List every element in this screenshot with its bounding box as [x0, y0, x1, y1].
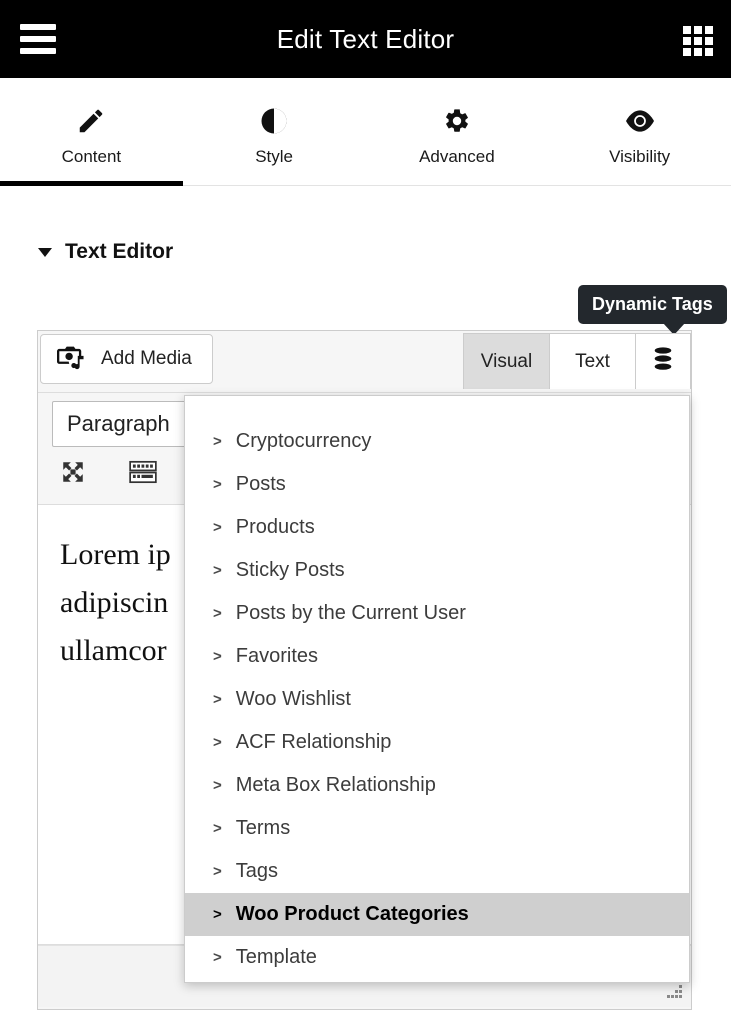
dropdown-item[interactable]: > Products: [185, 506, 689, 549]
eye-icon: [624, 105, 656, 137]
dropdown-item[interactable]: > Favorites: [185, 635, 689, 678]
chevron-right-icon: >: [213, 949, 222, 966]
half-circle-contrast-icon: [259, 105, 289, 137]
dropdown-item[interactable]: > Cryptocurrency: [185, 420, 689, 463]
dropdown-item-label: Terms: [235, 817, 291, 839]
dropdown-item-label: Template: [235, 946, 317, 968]
tooltip-label: Dynamic Tags: [592, 294, 713, 314]
tab-style[interactable]: Style: [183, 78, 366, 185]
editor-top-toolbar: Dynamic Tags Add Media Visual Text: [38, 285, 727, 393]
dropdown-item[interactable]: > Posts by the Current User: [185, 592, 689, 635]
chevron-right-icon: >: [213, 906, 222, 923]
tab-advanced-label: Advanced: [419, 146, 495, 166]
top-app-bar: Edit Text Editor: [0, 0, 731, 78]
dropdown-item[interactable]: > Woo Wishlist: [185, 678, 689, 721]
dropdown-item[interactable]: > Posts: [185, 463, 689, 506]
dropdown-item-label: Meta Box Relationship: [235, 774, 436, 796]
dropdown-top-spacer: [185, 396, 689, 420]
panel-tabs: Content Style Advanced Visibility: [0, 78, 731, 186]
dropdown-item[interactable]: > Sticky Posts: [185, 549, 689, 592]
dynamic-tags-tooltip: Dynamic Tags: [578, 285, 727, 335]
database-stack-icon: [652, 346, 674, 377]
dropdown-item-label: Favorites: [235, 645, 319, 667]
chevron-right-icon: >: [213, 519, 222, 536]
dynamic-tags-button[interactable]: [635, 333, 691, 389]
dynamic-tags-dropdown: > Cryptocurrency > Posts > Products > Sticky Po…: [184, 395, 690, 983]
chevron-right-icon: >: [213, 433, 222, 450]
dropdown-item-label: Tags: [235, 860, 279, 882]
tab-text[interactable]: Text: [549, 333, 635, 389]
chevron-right-icon: >: [213, 648, 222, 665]
dropdown-item-label: Sticky Posts: [235, 559, 345, 581]
dropdown-item-label: Woo Wishlist: [235, 688, 351, 710]
dropdown-item-label: Posts: [235, 473, 286, 495]
resize-grip-icon[interactable]: [664, 984, 684, 1002]
dropdown-item-label: ACF Relationship: [235, 731, 392, 753]
add-media-label: Add Media: [101, 348, 192, 369]
dropdown-item[interactable]: > ACF Relationship: [185, 721, 689, 764]
section-header-text-editor[interactable]: Text Editor: [38, 240, 173, 264]
chevron-right-icon: >: [213, 691, 222, 708]
chevron-right-icon: >: [213, 605, 222, 622]
dropdown-item[interactable]: > Terms: [185, 807, 689, 850]
add-media-button[interactable]: Add Media: [40, 334, 213, 384]
dropdown-item-label: Products: [235, 516, 315, 538]
tab-content[interactable]: Content: [0, 78, 183, 186]
tab-text-label: Text: [575, 350, 610, 372]
tab-visual[interactable]: Visual: [463, 333, 549, 389]
tab-advanced[interactable]: Advanced: [366, 78, 549, 185]
tab-visibility-label: Visibility: [609, 146, 671, 166]
dropdown-item[interactable]: > Template: [185, 936, 689, 979]
dropdown-item-label: Posts by the Current User: [235, 602, 466, 624]
dropdown-item[interactable]: > Meta Box Relationship: [185, 764, 689, 807]
grid-apps-icon[interactable]: [683, 26, 713, 56]
tab-content-label: Content: [61, 146, 122, 166]
chevron-right-icon: >: [213, 777, 222, 794]
dropdown-item-label: Woo Product Categories: [235, 903, 469, 925]
dropdown-item-label: Cryptocurrency: [235, 430, 372, 452]
keyboard-toolbar-toggle-icon[interactable]: [126, 457, 160, 487]
page-title: Edit Text Editor: [276, 23, 455, 54]
paragraph-format-value: Paragraph: [67, 411, 170, 436]
dropdown-item[interactable]: > Tags: [185, 850, 689, 893]
dropdown-item[interactable]: > Woo Product Categories: [185, 893, 689, 936]
hamburger-menu-icon[interactable]: [20, 24, 56, 54]
tab-visibility[interactable]: Visibility: [548, 78, 731, 185]
gear-icon: [443, 105, 471, 137]
chevron-right-icon: >: [213, 863, 222, 880]
caret-down-icon[interactable]: [38, 247, 52, 257]
chevron-right-icon: >: [213, 476, 222, 493]
editor-panel-screen: Edit Text Editor Content Style Advanced …: [0, 0, 731, 1024]
tab-style-label: Style: [255, 146, 294, 166]
editor-mode-tabs: Visual Text: [463, 333, 691, 389]
chevron-right-icon: >: [213, 562, 222, 579]
tab-visual-label: Visual: [480, 350, 533, 372]
camera-music-icon: [57, 343, 87, 376]
section-title: Text Editor: [65, 240, 174, 263]
editor-toolbar-icons: [56, 457, 160, 487]
pencil-icon: [76, 105, 106, 137]
dropdown-list: > Cryptocurrency > Posts > Products > Sticky Po…: [185, 420, 689, 979]
chevron-right-icon: >: [213, 734, 222, 751]
fullscreen-expand-icon[interactable]: [56, 457, 90, 487]
chevron-right-icon: >: [213, 820, 222, 837]
